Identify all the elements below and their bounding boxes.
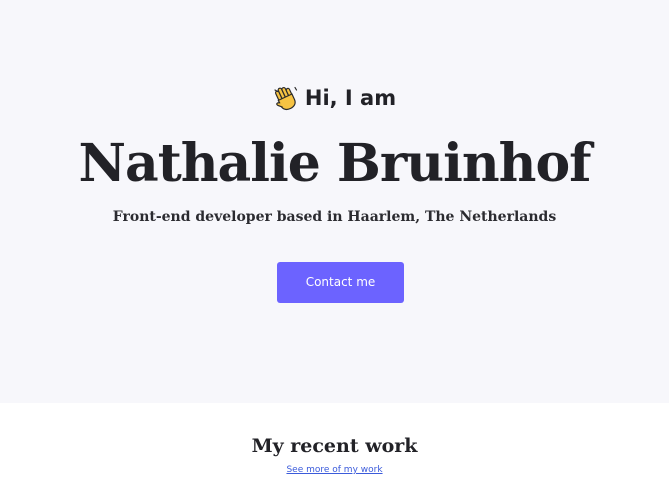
see-more-work-link[interactable]: See more of my work — [286, 465, 382, 475]
recent-work-heading: My recent work — [251, 435, 418, 457]
see-more-work-container: See more of my work — [0, 463, 669, 477]
waving-hand-icon — [273, 85, 299, 111]
hero-section: Hi, I am Nathalie Bruinhof Front-end dev… — [0, 0, 669, 403]
contact-me-button[interactable]: Contact me — [277, 262, 404, 303]
greeting: Hi, I am — [0, 82, 669, 114]
hero-name-heading: Nathalie Bruinhof — [78, 133, 591, 194]
hero-tagline: Front-end developer based in Haarlem, Th… — [112, 209, 557, 225]
greeting-text: Hi, I am — [304, 86, 397, 110]
recent-work-section: My recent work See more of my work — [0, 403, 669, 499]
